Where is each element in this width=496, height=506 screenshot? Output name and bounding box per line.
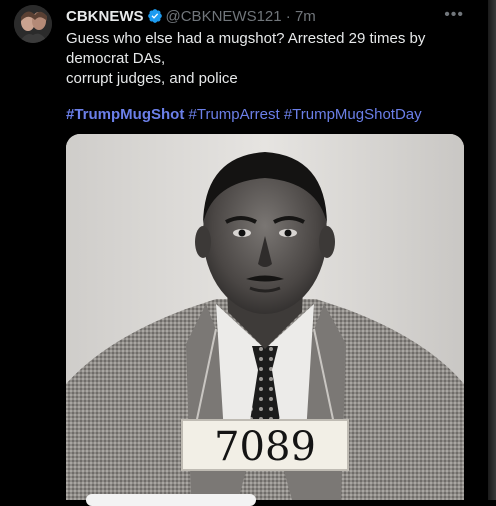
placard-number: 7089 <box>214 424 316 470</box>
tweet-timestamp[interactable]: 7m <box>295 8 316 25</box>
author-avatar[interactable] <box>14 5 52 43</box>
author-name[interactable]: CBKNEWS <box>66 8 144 25</box>
more-options-icon[interactable]: ••• <box>444 6 464 24</box>
author-handle[interactable]: @CBKNEWS121 <box>166 8 282 25</box>
hashtag-link[interactable]: #TrumpArrest <box>189 106 280 123</box>
verified-badge-icon <box>147 9 162 23</box>
mugshot-image: 7089 <box>66 134 464 500</box>
hashtag-link[interactable]: #TrumpMugShot <box>66 106 184 123</box>
tweet-text-line: democrat DAs, <box>66 50 166 67</box>
hashtag-link[interactable]: #TrumpMugShotDay <box>284 106 422 123</box>
hashtag-row: #TrumpMugShot #TrumpArrest #TrumpMugShot… <box>66 105 422 125</box>
tweet-text: Guess who else had a mugshot? Arrested 2… <box>66 29 466 89</box>
tweet-text-line: corrupt judges, and police <box>66 70 238 87</box>
tweet-text-line: Guess who else had a mugshot? Arrested 2… <box>66 30 426 47</box>
floating-bar[interactable] <box>86 494 256 506</box>
tweet-media-photo[interactable]: 7089 <box>66 134 464 500</box>
window-edge <box>488 0 496 500</box>
avatar-image <box>14 5 52 43</box>
tweet-header: CBKNEWS @CBKNEWS121 · 7m <box>66 8 316 26</box>
